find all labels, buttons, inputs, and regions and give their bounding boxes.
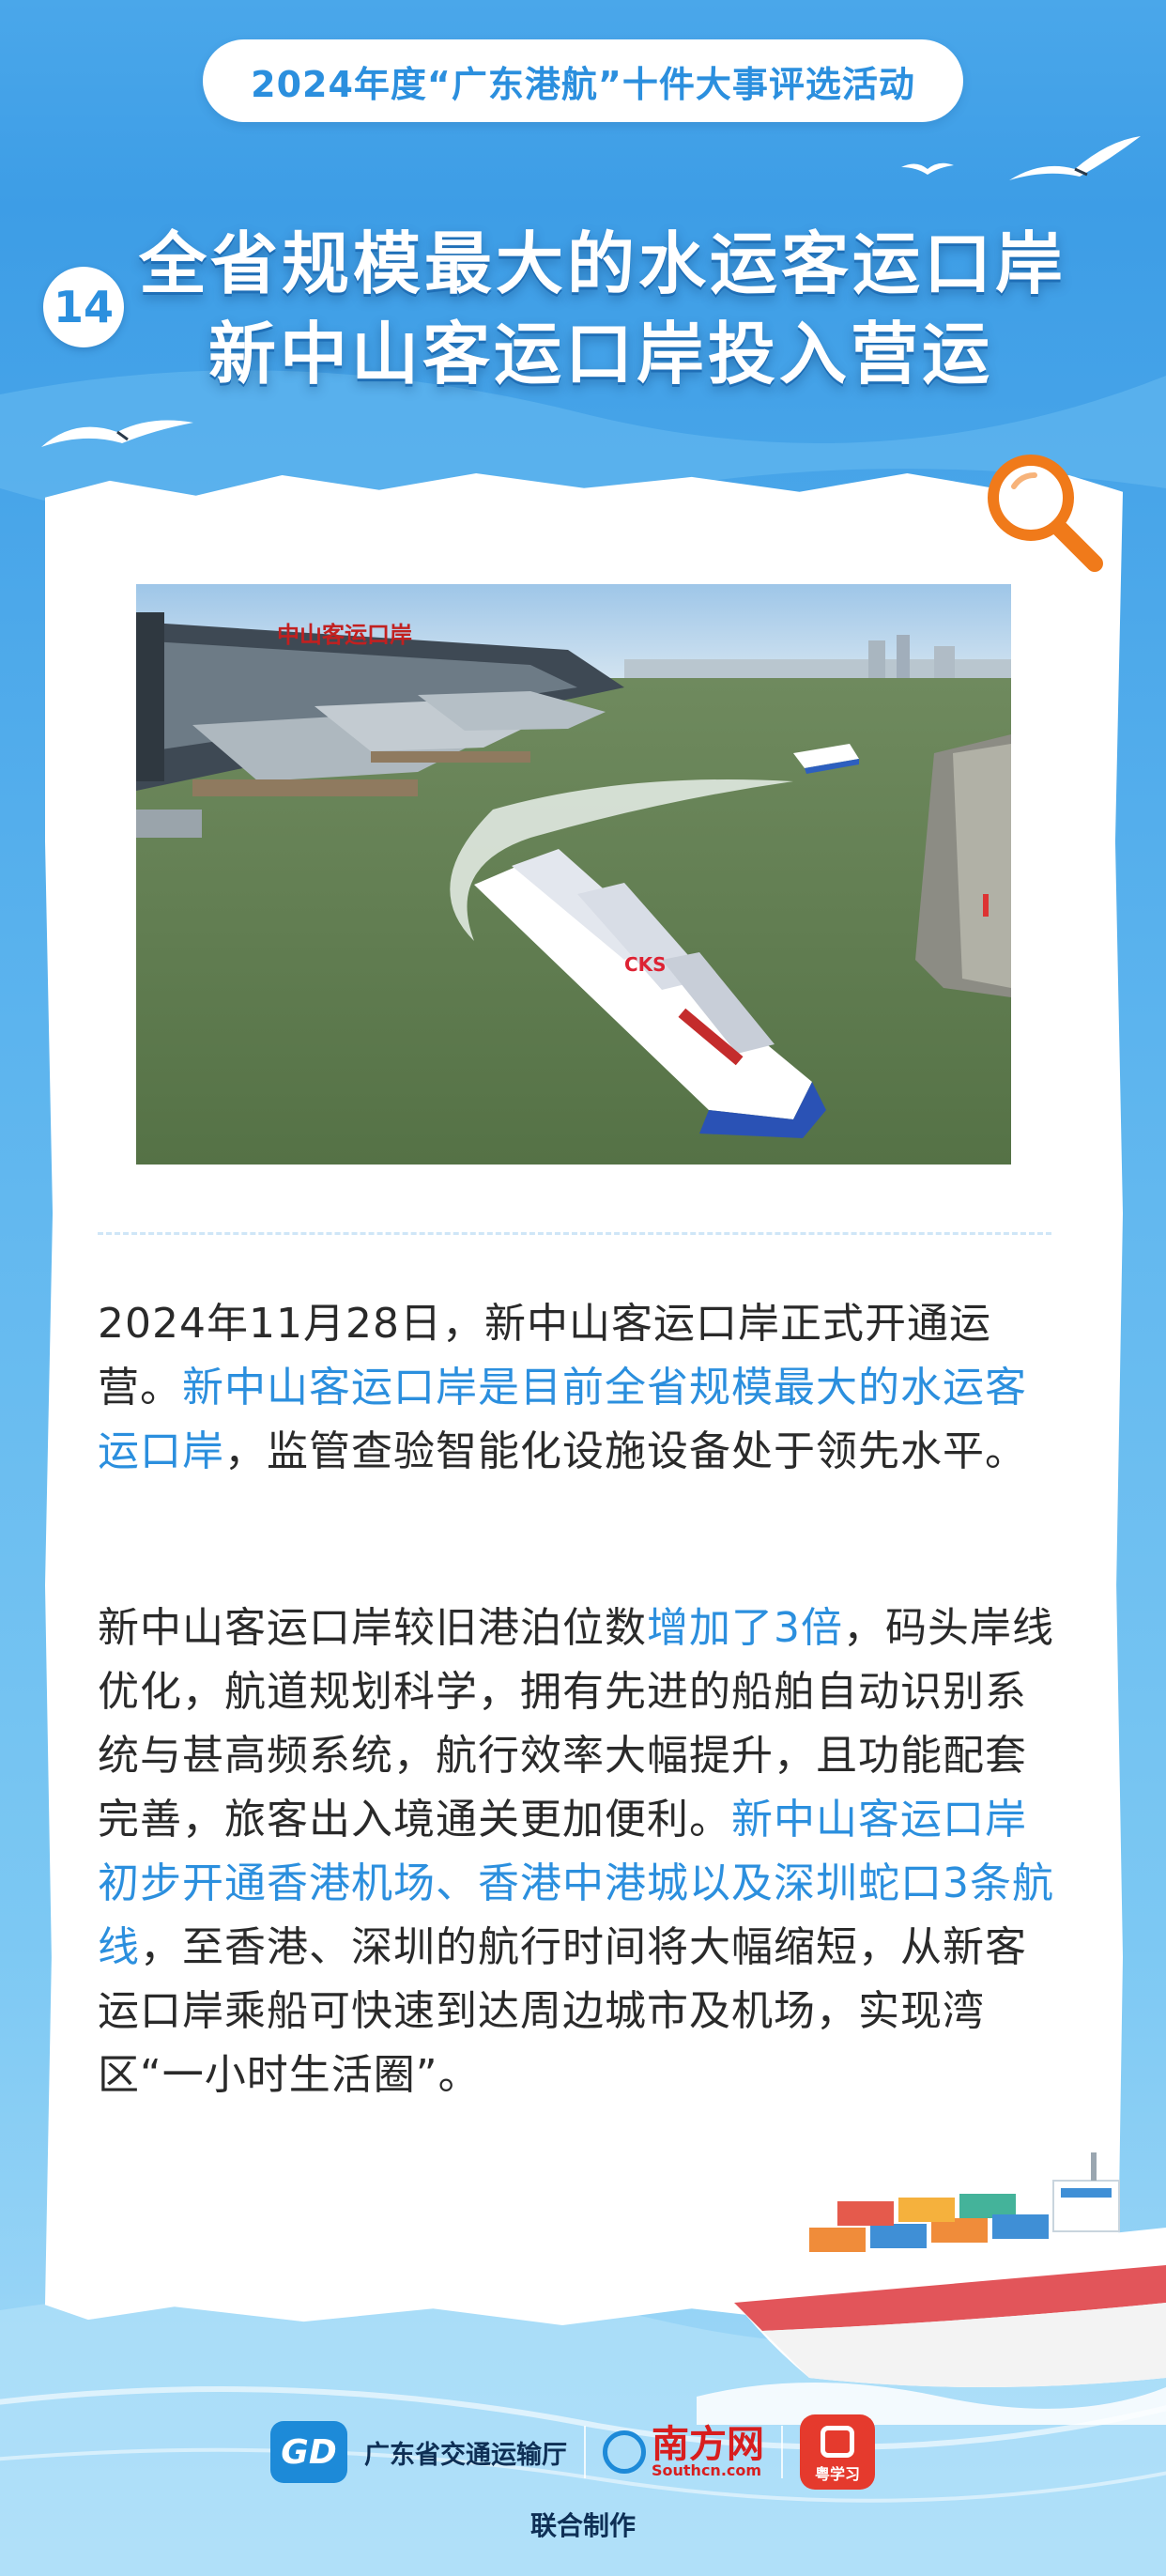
port-photo: CKS 中山客运口岸 [136,584,1011,1165]
nanfang-logo: 南方网 Southcn.com [603,2426,764,2478]
event-title-pill: 2024年度“广东港航”十件大事评选活动 [203,39,963,122]
item-number-badge: 14 [43,267,124,347]
p2-text-a: 新中山客运口岸较旧港泊位数 [98,1604,647,1652]
paragraph-1: 2024年11月28日，新中山客运口岸正式开通运营。新中山客运口岸是目前全省规模… [98,1292,1065,1484]
page-title-line1: 全省规模最大的水运客运口岸 [139,224,1067,303]
yuexuexi-logo: 粤学习 [800,2414,875,2490]
seagull-icon [41,420,193,447]
page-title-line2: 新中山客运口岸投入营运 [208,315,994,393]
gd-logo: GD [270,2421,347,2483]
paragraph-2: 新中山客运口岸较旧港泊位数增加了3倍，码头岸线优化，航道规划科学，拥有先进的船舶… [98,1597,1065,2107]
nanfang-en: Southcn.com [652,2461,762,2479]
nanfang-mark-icon [603,2430,646,2474]
magnifier-icon [988,455,1103,572]
cargo-ship-illustration [697,2152,1166,2425]
nanfang-cn: 南方网 [652,2422,764,2466]
book-icon [821,2426,854,2458]
seagull-icon [1009,136,1141,180]
logo-separator [781,2426,783,2478]
ship-mark: CKS [624,953,667,976]
dashed-divider [98,1232,1051,1235]
terminal-sign: 中山客运口岸 [277,621,412,648]
gd-org-name: 广东省交通运输厅 [364,2440,567,2470]
p1-text-c: ，监管查验智能化设施设备处于领先水平。 [224,1427,1027,1475]
logo-separator [584,2426,586,2478]
seagull-icon [901,162,954,175]
p2-text-e: ，至香港、深圳的航行时间将大幅缩短，从新客运口岸乘船可快速到达周边城市及机场，实… [98,1923,1027,2099]
footer-logos: GD 广东省交通运输厅 南方网 Southcn.com 粤学习 [270,2410,899,2494]
yuexuexi-label: 粤学习 [814,2465,860,2483]
p2-highlight-1: 增加了3倍 [647,1604,843,1652]
joint-production-label: 联合制作 [529,2510,636,2541]
